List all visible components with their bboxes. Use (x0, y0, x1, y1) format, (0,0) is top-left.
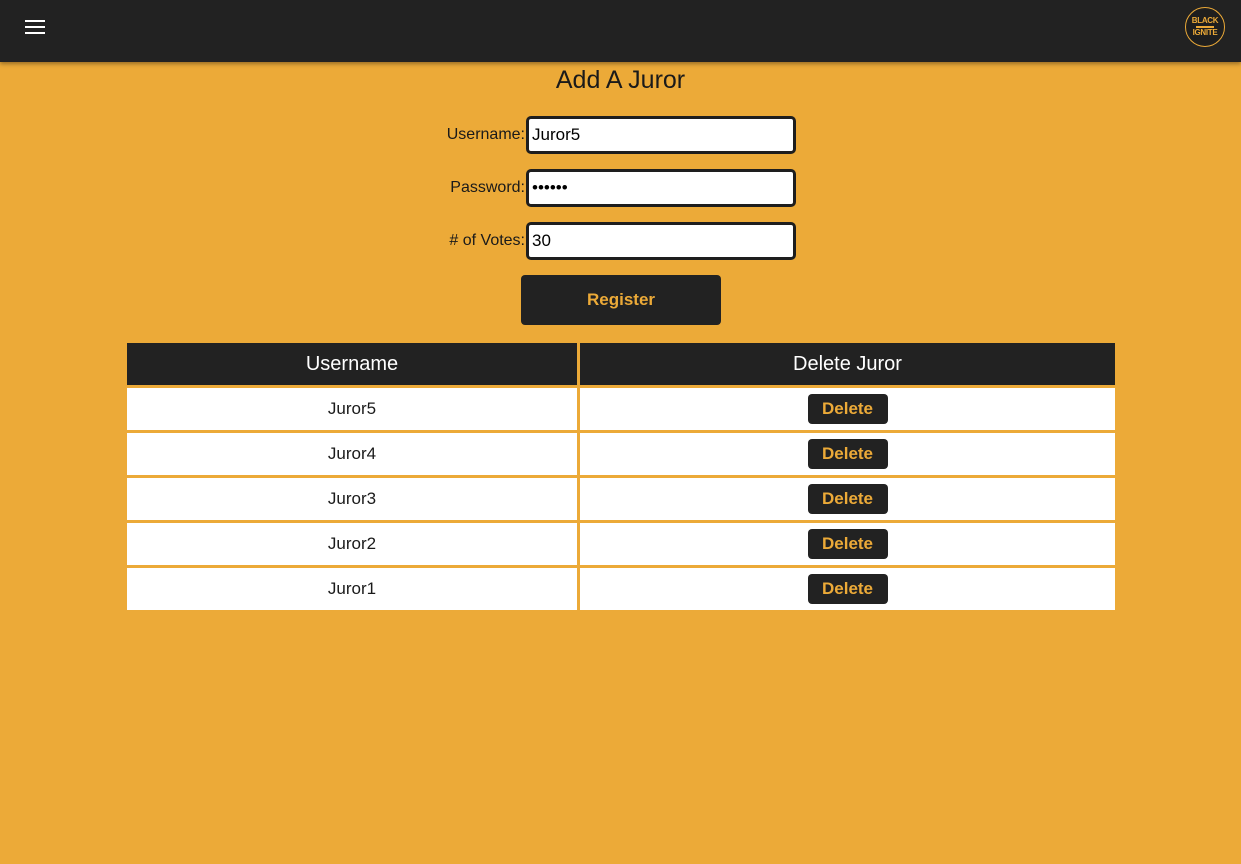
black-ignite-logo[interactable]: BLACK IGNITE (1185, 7, 1225, 47)
column-header-delete: Delete Juror (578, 343, 1115, 387)
delete-cell: Delete (578, 385, 1115, 432)
juror-username: Juror1 (127, 565, 580, 610)
juror-username: Juror2 (127, 520, 580, 567)
votes-row: # of Votes: (0, 222, 1241, 260)
table-row: Juror2 Delete (127, 520, 1115, 567)
top-app-bar: BLACK IGNITE (0, 0, 1241, 62)
juror-username: Juror4 (127, 430, 580, 477)
username-row: Username: (0, 116, 1241, 154)
password-input[interactable] (526, 169, 796, 207)
hamburger-menu-icon[interactable] (25, 20, 45, 34)
table-row: Juror5 Delete (127, 385, 1115, 432)
delete-juror-button[interactable]: Delete (807, 439, 888, 469)
table-header-row: Username Delete Juror (127, 343, 1115, 387)
delete-juror-button[interactable]: Delete (807, 484, 888, 514)
delete-juror-button[interactable]: Delete (807, 574, 888, 604)
column-header-username: Username (127, 343, 580, 387)
delete-cell: Delete (578, 520, 1115, 567)
table-row: Juror3 Delete (127, 475, 1115, 522)
username-input[interactable] (526, 116, 796, 154)
delete-juror-button[interactable]: Delete (807, 529, 888, 559)
delete-juror-button[interactable]: Delete (807, 394, 888, 424)
username-label: Username: (446, 126, 525, 143)
table-row: Juror1 Delete (127, 565, 1115, 610)
password-row: Password: (0, 169, 1241, 207)
juror-username: Juror5 (127, 385, 580, 432)
delete-cell: Delete (578, 565, 1115, 610)
page-title: Add A Juror (555, 66, 686, 94)
votes-input[interactable] (526, 222, 796, 260)
delete-cell: Delete (578, 475, 1115, 522)
table-row: Juror4 Delete (127, 430, 1115, 477)
register-button[interactable]: Register (521, 275, 721, 325)
logo-text-bottom: IGNITE (1192, 28, 1218, 37)
logo-text-top: BLACK (1191, 16, 1219, 25)
password-label: Password: (450, 179, 525, 196)
votes-label: # of Votes: (449, 232, 525, 249)
delete-cell: Delete (578, 430, 1115, 477)
juror-table: Username Delete Juror Juror5 Delete Juro… (127, 343, 1115, 610)
juror-username: Juror3 (127, 475, 580, 522)
